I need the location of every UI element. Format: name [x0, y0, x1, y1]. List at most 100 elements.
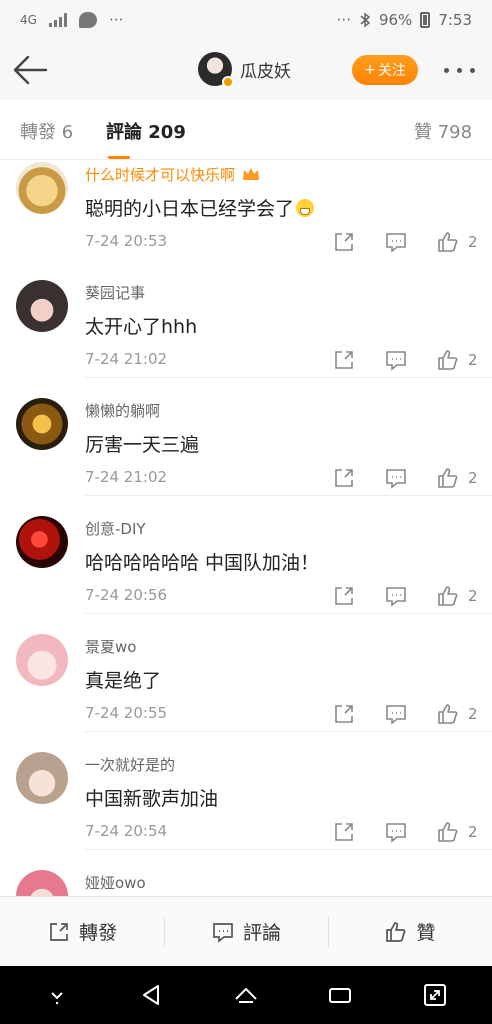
- back-arrow-icon[interactable]: [10, 50, 50, 90]
- like-count: 2: [468, 469, 478, 487]
- like-count: 2: [468, 233, 478, 251]
- comment-button[interactable]: 評論: [164, 897, 328, 966]
- share-icon[interactable]: [332, 230, 356, 254]
- tab-repost[interactable]: 轉發 6: [20, 118, 73, 144]
- reply-icon[interactable]: [384, 820, 408, 844]
- hide-keyboard-icon[interactable]: [43, 981, 71, 1009]
- grin-emoji-icon: [296, 199, 315, 217]
- tab-likes-label: 贊: [414, 122, 432, 143]
- comment-time: 7-24 21:02: [85, 350, 168, 368]
- bluetooth-icon: [360, 12, 371, 28]
- thumbs-up-icon: [438, 232, 458, 252]
- like-button[interactable]: 2: [436, 702, 478, 726]
- status-dots-right: ···: [336, 11, 351, 29]
- share-icon[interactable]: [332, 584, 356, 608]
- avatar[interactable]: [16, 870, 68, 896]
- comment-author[interactable]: 懒懒的躺啊: [85, 400, 160, 421]
- comment-author[interactable]: 创意-DIY: [85, 518, 146, 539]
- share-icon[interactable]: [332, 702, 356, 726]
- like-label: 贊: [416, 922, 436, 944]
- avatar[interactable]: [198, 52, 234, 88]
- comment-item[interactable]: 创意-DIY 哈哈哈哈哈哈 中国队加油！ 7-24 20:56 2: [0, 496, 492, 614]
- status-bar: 4G ··· ··· 96% 7:53: [0, 0, 492, 40]
- comment-author[interactable]: 什么时候才可以快乐啊: [85, 164, 261, 185]
- comment-item[interactable]: 什么时候才可以快乐啊 聪明的小日本已经学会了 7-24 20:53 2: [0, 160, 492, 260]
- share-icon: [50, 922, 68, 941]
- like-button[interactable]: 2: [436, 348, 478, 372]
- thumbs-up-icon: [438, 586, 458, 606]
- status-right: ··· 96% 7:53: [337, 11, 472, 29]
- comment-author[interactable]: 葵园记事: [85, 282, 145, 303]
- comment-text: 中国新歌声加油: [85, 788, 219, 810]
- tab-comments-label: 評論: [106, 122, 142, 143]
- reply-icon[interactable]: [384, 348, 408, 372]
- expand-icon[interactable]: [421, 981, 449, 1009]
- avatar[interactable]: [16, 752, 68, 804]
- comment-item[interactable]: 一次就好是的 中国新歌声加油 7-24 20:54 2: [0, 732, 492, 850]
- back-nav-icon[interactable]: [138, 981, 166, 1009]
- like-button[interactable]: 2: [436, 466, 478, 490]
- user-name[interactable]: 瓜皮妖: [240, 57, 291, 82]
- share-icon[interactable]: [332, 820, 356, 844]
- tab-repost-count: 6: [61, 122, 74, 143]
- tab-comments[interactable]: 評論 209: [106, 118, 186, 144]
- reply-icon[interactable]: [384, 702, 408, 726]
- comment-item[interactable]: 葵园记事 太开心了hhh 7-24 21:02 2: [0, 260, 492, 378]
- comment-author[interactable]: 景夏wo: [85, 636, 136, 657]
- comment-author[interactable]: 一次就好是的: [85, 754, 175, 775]
- reply-icon[interactable]: [384, 466, 408, 490]
- like-button[interactable]: 2: [436, 584, 478, 608]
- tab-likes-count: 798: [437, 122, 473, 143]
- comment-item[interactable]: 娅娅owo: [0, 850, 492, 896]
- network-label: 4G: [20, 13, 37, 27]
- avatar[interactable]: [16, 398, 68, 450]
- comment-author[interactable]: 娅娅owo: [85, 872, 146, 893]
- comment-list[interactable]: 什么时候才可以快乐啊 聪明的小日本已经学会了 7-24 20:53 2 葵园记事…: [0, 160, 492, 896]
- status-left: 4G ···: [20, 11, 123, 29]
- like-button[interactable]: 2: [436, 820, 478, 844]
- avatar[interactable]: [16, 516, 68, 568]
- reply-icon[interactable]: [384, 230, 408, 254]
- thumbs-up-icon: [438, 704, 458, 724]
- comment-time: 7-24 20:55: [85, 704, 168, 722]
- chat-notification-icon: [78, 12, 97, 28]
- like-count: 2: [468, 351, 478, 369]
- like-post-button[interactable]: 贊: [328, 897, 492, 966]
- active-tab-indicator: [108, 156, 130, 159]
- clock: 7:53: [438, 11, 472, 29]
- battery-level: 96%: [378, 11, 413, 29]
- avatar[interactable]: [16, 280, 68, 332]
- follow-label: 关注: [377, 63, 406, 79]
- tab-comments-count: 209: [148, 122, 186, 143]
- author-name: 什么时候才可以快乐啊: [85, 166, 236, 184]
- like-count: 2: [468, 587, 478, 605]
- comment-time: 7-24 20:53: [85, 232, 168, 250]
- tab-likes[interactable]: 贊 798: [414, 118, 472, 144]
- recent-apps-icon[interactable]: [326, 981, 354, 1009]
- comment-time: 7-24 21:02: [85, 468, 168, 486]
- comment-body: 聪明的小日本已经学会了: [85, 198, 295, 220]
- follow-button[interactable]: + 关注: [352, 55, 418, 85]
- status-dots-left: ···: [108, 11, 124, 29]
- comment-item[interactable]: 懒懒的躺啊 厉害一天三遍 7-24 21:02 2: [0, 378, 492, 496]
- battery-icon: [420, 12, 431, 28]
- thumbs-up-icon: [438, 822, 458, 842]
- share-icon[interactable]: [332, 466, 356, 490]
- signal-icon: [48, 13, 67, 27]
- avatar[interactable]: [16, 634, 68, 686]
- avatar[interactable]: [16, 162, 68, 214]
- bottom-action-bar: 轉發 評論 贊: [0, 896, 492, 966]
- profile-header[interactable]: 瓜皮妖: [198, 52, 291, 88]
- crown-badge-icon: [243, 168, 260, 180]
- comment-icon: [213, 922, 233, 943]
- repost-button[interactable]: 轉發: [0, 897, 164, 966]
- like-count: 2: [468, 705, 478, 723]
- reply-icon[interactable]: [384, 584, 408, 608]
- comment-item[interactable]: 景夏wo 真是绝了 7-24 20:55 2: [0, 614, 492, 732]
- home-icon[interactable]: [232, 981, 260, 1009]
- system-nav-bar: [0, 966, 492, 1024]
- share-icon[interactable]: [332, 348, 356, 372]
- repost-label: 轉發: [78, 922, 117, 944]
- more-options-icon[interactable]: [444, 60, 480, 80]
- like-button[interactable]: 2: [436, 230, 478, 254]
